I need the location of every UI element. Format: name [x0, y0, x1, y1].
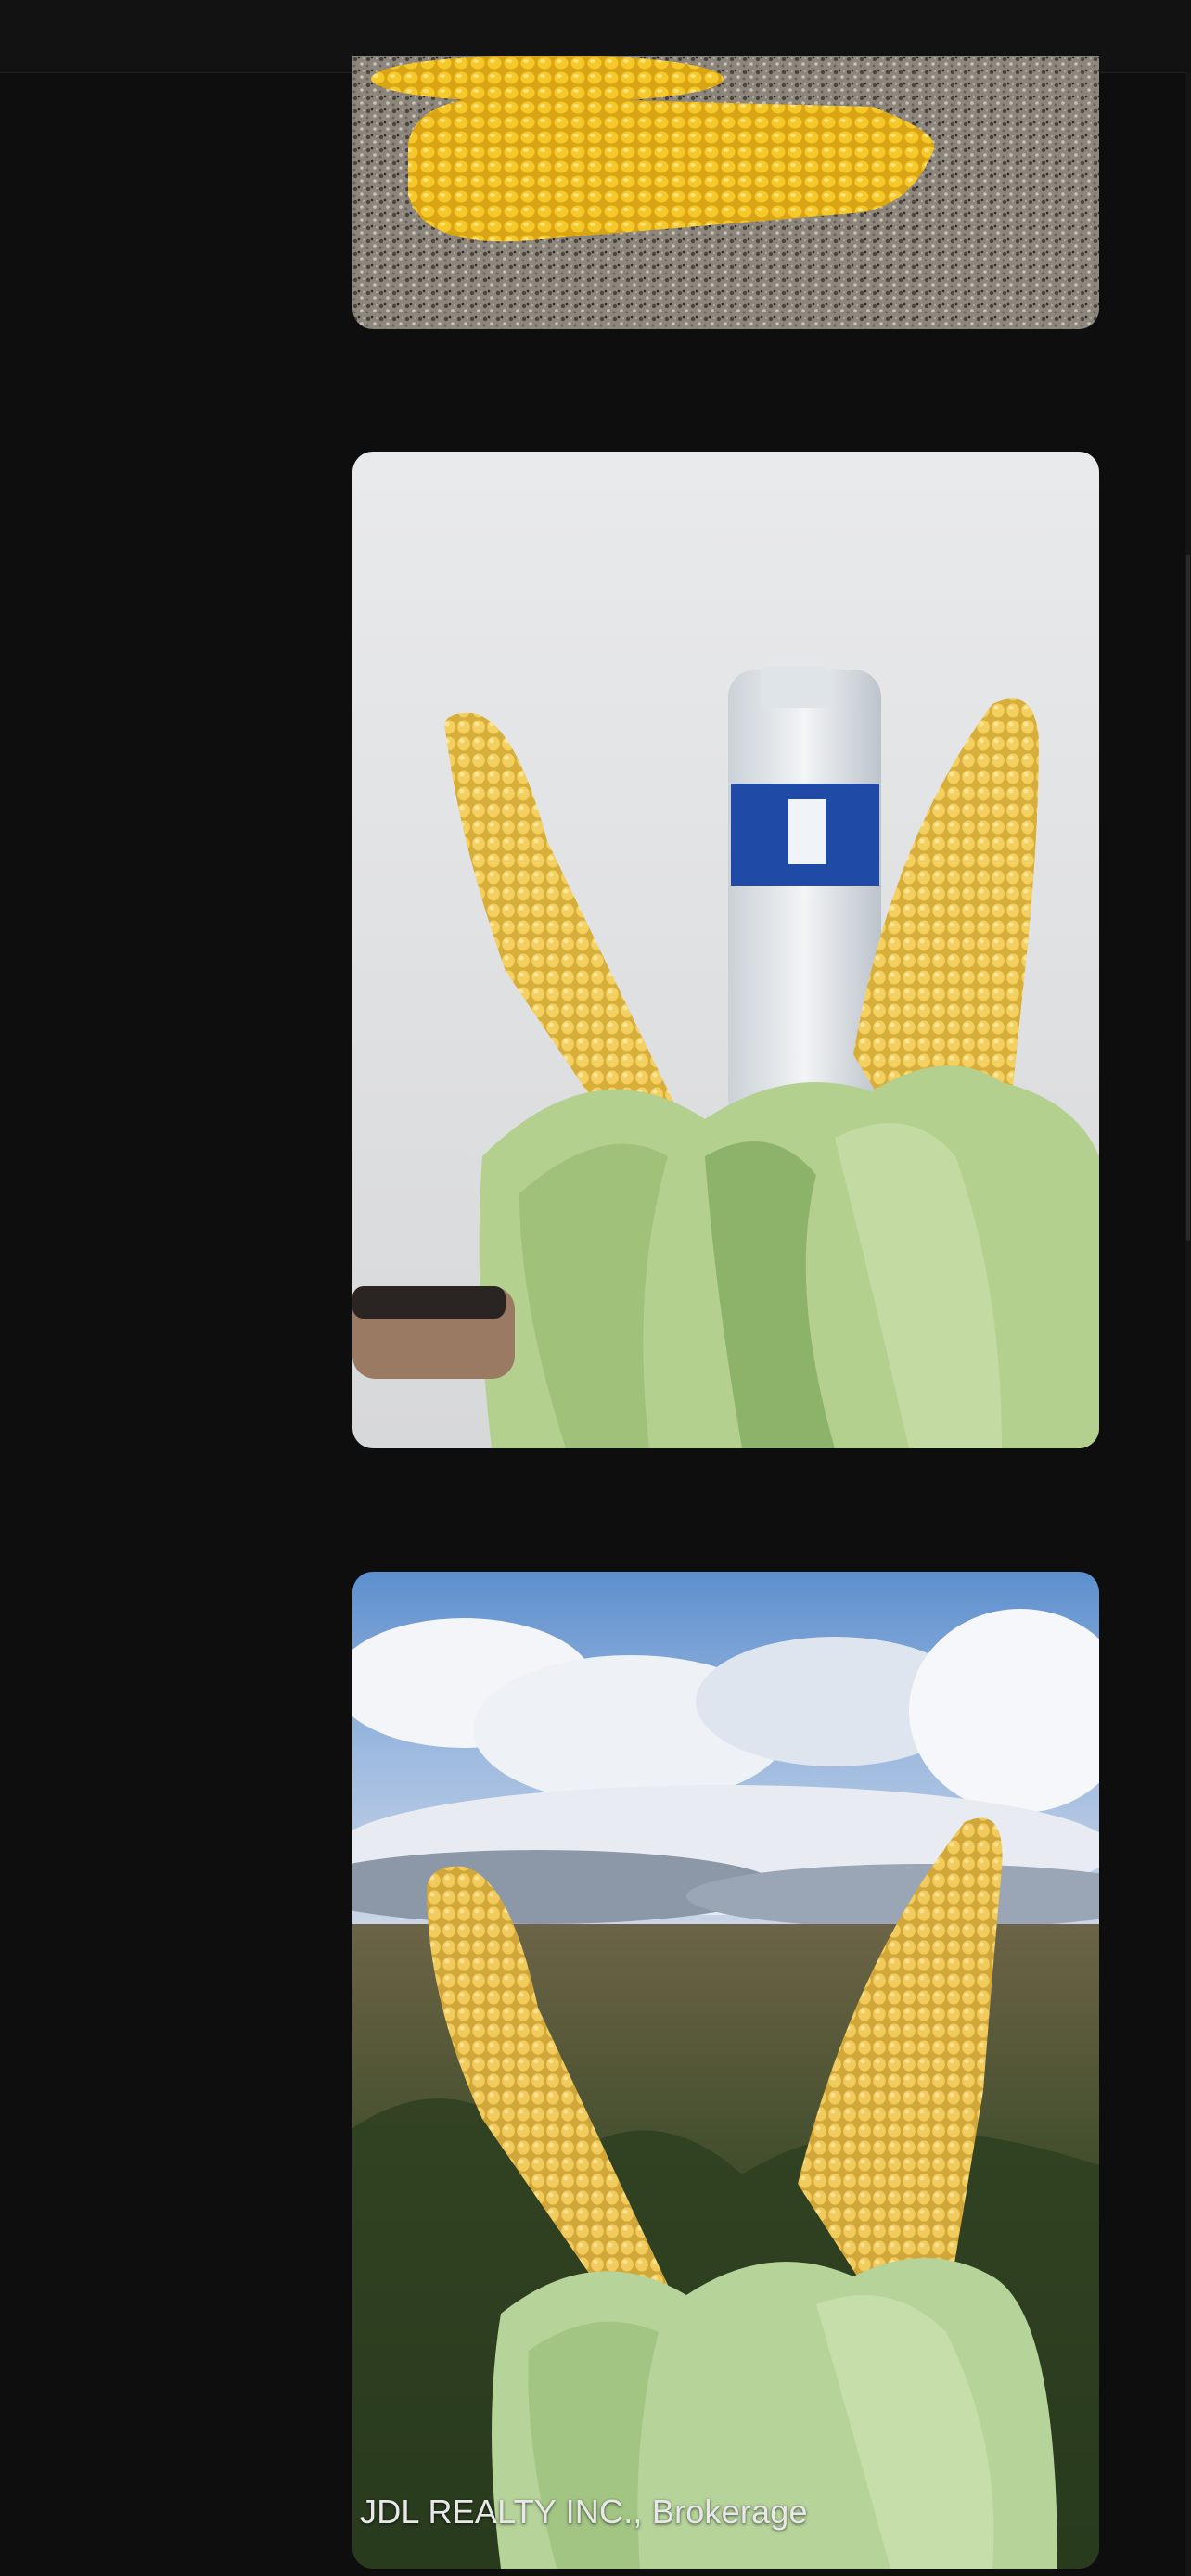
listing-photo-corn-gravel[interactable]	[352, 56, 1099, 329]
watermark-caption: JDL REALTY INC., Brokerage	[360, 2493, 808, 2531]
corn-gravel-image	[352, 56, 1099, 329]
scrollbar-thumb[interactable]	[1186, 555, 1190, 1241]
listing-photo-corn-field[interactable]	[352, 1572, 1099, 2569]
scrollbar[interactable]	[1185, 72, 1191, 2576]
listing-photo-corn-bottle[interactable]	[352, 452, 1099, 1448]
corn-field-image	[352, 1572, 1099, 2569]
corn-bottle-image	[352, 452, 1099, 1448]
